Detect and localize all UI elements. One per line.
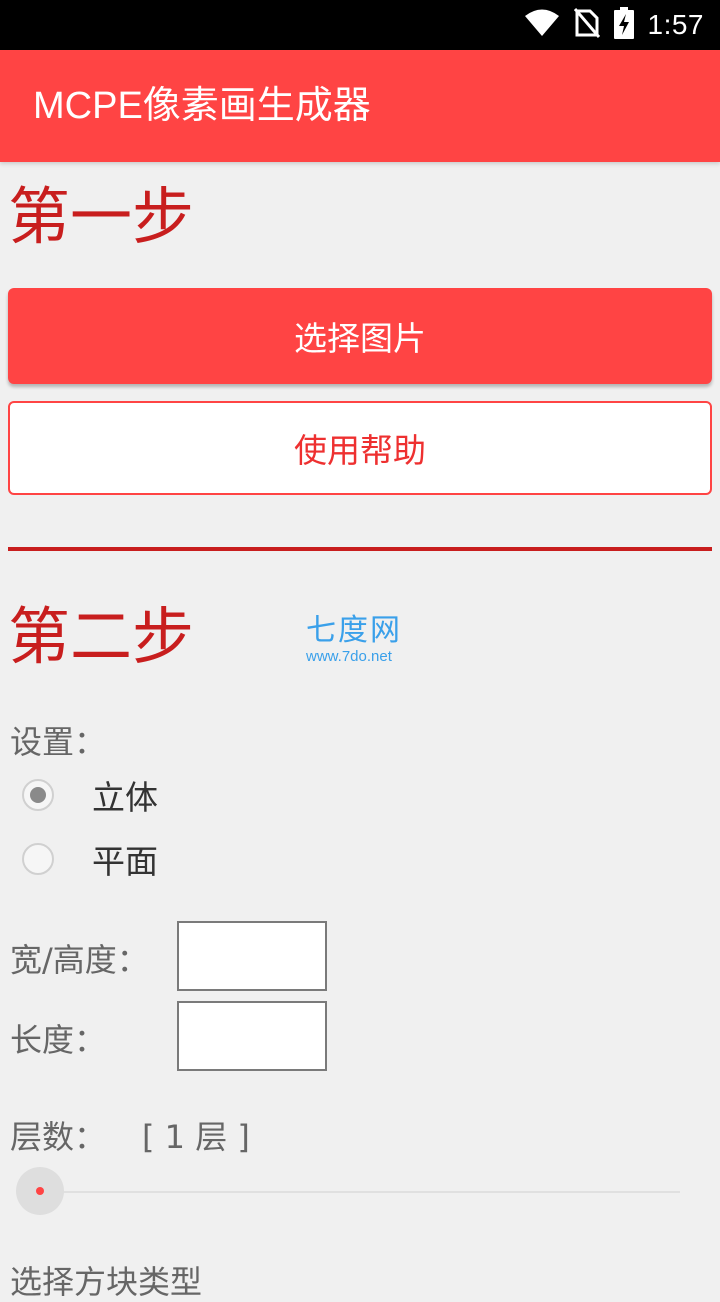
battery-charging-icon bbox=[613, 7, 634, 43]
layers-slider-track[interactable] bbox=[40, 1191, 680, 1193]
radio-3d-label: 立体 bbox=[92, 778, 158, 817]
step2-title: 第二步 bbox=[8, 600, 195, 673]
radio-flat-circle[interactable] bbox=[22, 843, 54, 875]
width-height-label: 宽/高度： bbox=[10, 941, 149, 979]
step1-title: 第一步 bbox=[8, 180, 195, 253]
length-input[interactable] bbox=[177, 1001, 327, 1071]
status-bar: 1:57 bbox=[0, 0, 720, 50]
radio-flat[interactable]: 平面 bbox=[22, 839, 158, 881]
radio-3d-circle[interactable] bbox=[22, 779, 54, 811]
watermark: 七度网 www.7do.net bbox=[306, 614, 402, 666]
layers-slider-thumb[interactable] bbox=[16, 1167, 64, 1215]
radio-3d[interactable]: 立体 bbox=[22, 775, 158, 817]
watermark-url: www.7do.net bbox=[306, 648, 392, 665]
wifi-icon bbox=[524, 9, 560, 41]
app-bar: MCPE像素画生成器 bbox=[0, 50, 720, 162]
settings-label: 设置： bbox=[10, 723, 107, 761]
status-icons: 1:57 bbox=[524, 7, 705, 43]
width-height-input[interactable] bbox=[177, 921, 327, 991]
watermark-title: 七度网 bbox=[306, 613, 402, 648]
length-label: 长度： bbox=[10, 1021, 107, 1059]
no-sim-icon bbox=[573, 8, 600, 42]
block-type-label: 选择方块类型 bbox=[10, 1263, 203, 1301]
radio-flat-label: 平面 bbox=[92, 842, 158, 881]
layers-value: [ 1 层 ] bbox=[142, 1118, 250, 1156]
layers-label: 层数： bbox=[10, 1118, 107, 1156]
select-image-button[interactable]: 选择图片 bbox=[8, 288, 712, 384]
section-divider bbox=[8, 547, 712, 551]
status-time: 1:57 bbox=[647, 9, 704, 40]
help-button[interactable]: 使用帮助 bbox=[8, 401, 712, 495]
app-title: MCPE像素画生成器 bbox=[33, 85, 371, 127]
